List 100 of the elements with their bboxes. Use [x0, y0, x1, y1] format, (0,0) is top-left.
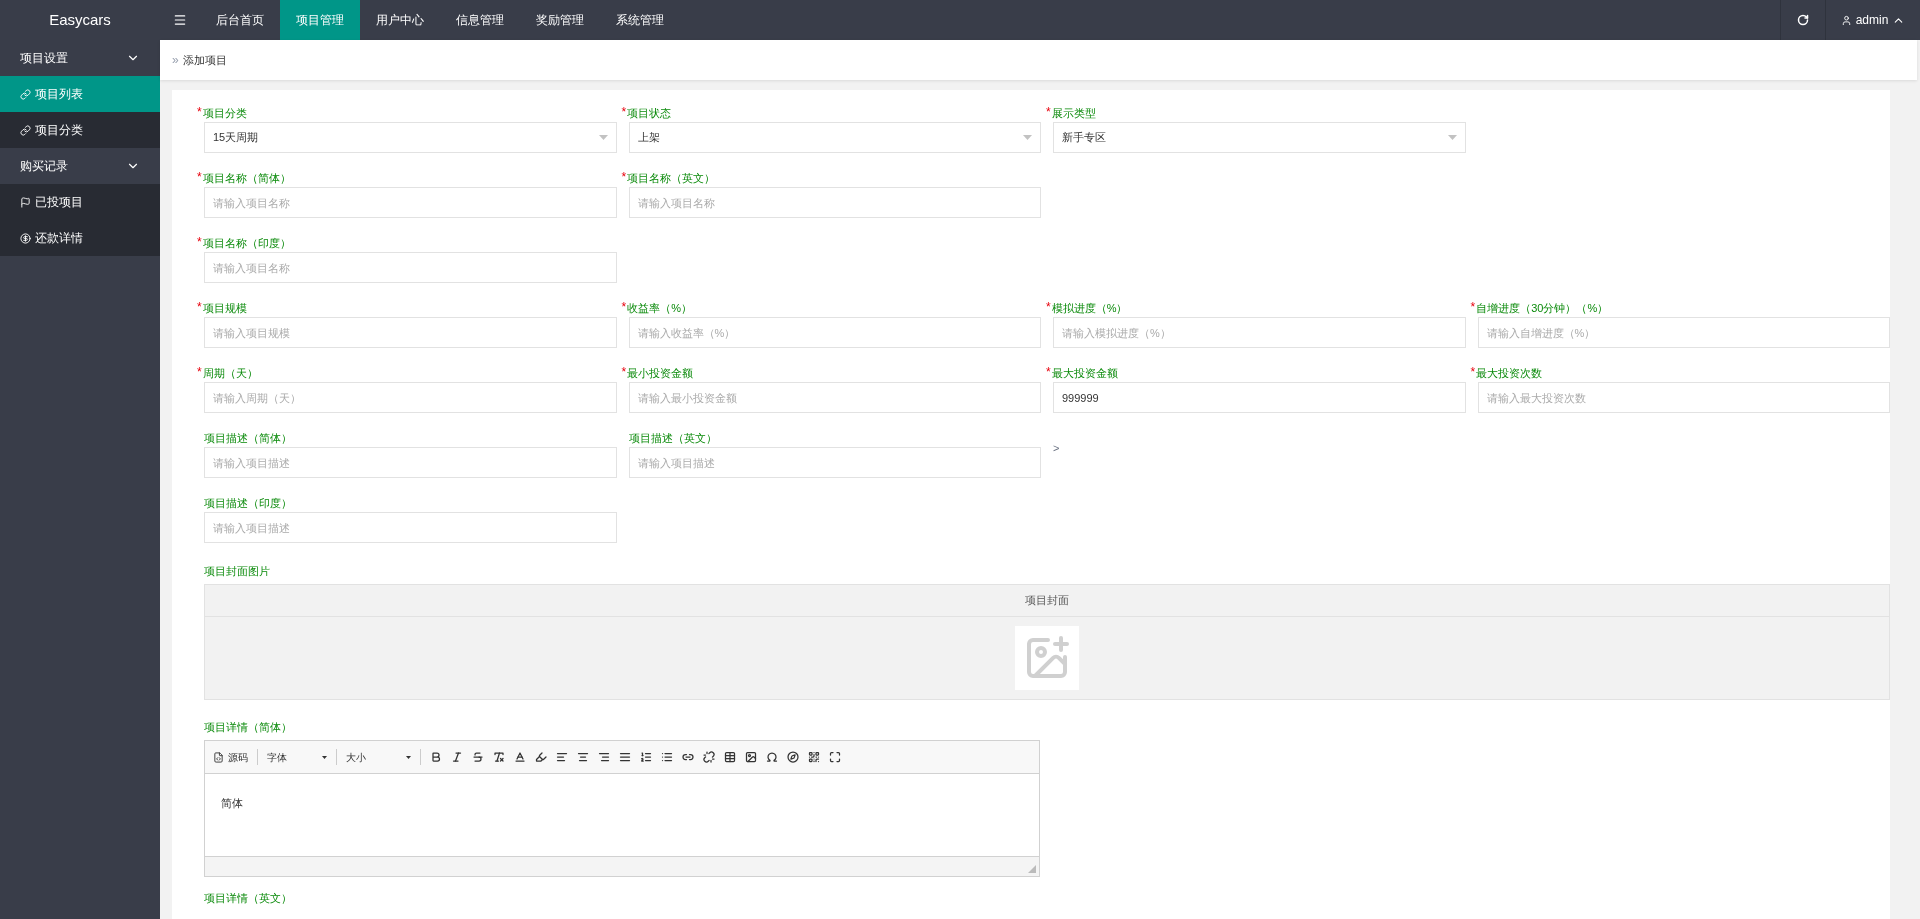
input-field[interactable]: 请输入最大投资次数	[1477, 382, 1890, 413]
breadcrumb-separator: »	[172, 52, 179, 69]
field-label: 项目详情（简体）	[204, 721, 292, 733]
field-label: 项目分类	[202, 106, 247, 120]
required-mark: *	[197, 236, 202, 248]
justify-icon[interactable]	[619, 751, 631, 763]
link-icon	[20, 124, 31, 136]
field-label: 自增进度（30分钟）（%）	[1476, 301, 1609, 315]
input-field[interactable]: 请输入项目名称	[628, 187, 1041, 218]
link-icon	[20, 88, 31, 100]
field-label: 项目名称（简体）	[202, 171, 291, 185]
stray-mark: >	[1053, 442, 1060, 454]
input-field[interactable]: 请输入最小投资金额	[628, 382, 1041, 413]
field-label: 最小投资金额	[627, 366, 694, 380]
field-label: 项目名称（印度）	[202, 236, 291, 250]
nav-tab[interactable]: 奖励管理	[520, 0, 600, 40]
compass-icon[interactable]	[787, 751, 799, 763]
align-left-icon[interactable]	[556, 751, 568, 763]
link-icon[interactable]	[682, 751, 694, 763]
caret-icon	[598, 135, 608, 140]
qr-code-icon[interactable]	[808, 751, 820, 763]
nav-tab[interactable]: 信息管理	[440, 0, 520, 40]
input-field[interactable]: 请输入项目描述	[628, 447, 1041, 478]
user-icon	[1840, 14, 1852, 26]
breadcrumb-text: 添加项目	[182, 52, 227, 68]
cover-header: 项目封面	[1025, 593, 1069, 609]
field-label: 项目状态	[627, 106, 672, 120]
nav-tab[interactable]: 系统管理	[600, 0, 680, 40]
required-mark: *	[1046, 301, 1051, 313]
field-label: 项目名称（英文）	[627, 171, 716, 185]
document-icon	[213, 751, 224, 763]
editor-text: 简体	[221, 797, 243, 809]
select-field[interactable]: 15天周期	[204, 122, 617, 153]
numbered-list-icon[interactable]	[640, 751, 652, 763]
dollar-icon	[20, 232, 31, 244]
required-mark: *	[197, 106, 202, 118]
refresh-icon[interactable]	[1797, 14, 1809, 26]
required-mark: *	[1046, 366, 1051, 378]
sidebar-item[interactable]: 还款详情	[0, 220, 160, 256]
required-mark: *	[1046, 106, 1051, 118]
field-label: 项目规模	[202, 301, 247, 315]
align-center-icon[interactable]	[577, 751, 589, 763]
font-dropdown[interactable]: 字体	[267, 749, 327, 765]
nav-tab[interactable]: 项目管理	[280, 0, 360, 40]
size-dropdown[interactable]: 大小	[346, 749, 411, 765]
omega-icon[interactable]	[766, 751, 778, 763]
select-field[interactable]: 上架	[628, 122, 1041, 153]
required-mark: *	[621, 171, 627, 183]
input-field[interactable]: 请输入项目规模	[204, 317, 617, 348]
resize-handle-icon[interactable]	[1028, 865, 1036, 873]
unlink-icon[interactable]	[703, 751, 715, 763]
field-label: 项目封面图片	[204, 565, 270, 577]
caret-icon	[322, 755, 327, 759]
caret-icon	[1447, 135, 1457, 140]
caret-icon	[406, 755, 411, 759]
field-label: 项目描述（简体）	[204, 431, 292, 445]
select-field[interactable]: 新手专区	[1053, 122, 1466, 153]
required-mark: *	[621, 106, 627, 118]
required-mark: *	[197, 171, 202, 183]
sidebar-group[interactable]: 项目设置	[0, 40, 160, 76]
sidebar-item[interactable]: 已投项目	[0, 184, 160, 220]
input-field[interactable]: 请输入项目描述	[204, 447, 617, 478]
menu-icon[interactable]	[173, 13, 187, 27]
nav-tab[interactable]: 后台首页	[200, 0, 280, 40]
source-button[interactable]: 源码	[213, 749, 248, 765]
input-field[interactable]: 请输入自增进度（%）	[1477, 317, 1890, 348]
table-icon[interactable]	[724, 751, 736, 763]
input-field[interactable]: 请输入模拟进度（%）	[1053, 317, 1466, 348]
italic-icon[interactable]	[451, 751, 463, 763]
field-label: 展示类型	[1051, 106, 1096, 120]
field-label: 最大投资金额	[1051, 366, 1118, 380]
nav-tab[interactable]: 用户中心	[360, 0, 440, 40]
sidebar-item[interactable]: 项目分类	[0, 112, 160, 148]
sidebar-item[interactable]: 项目列表	[0, 76, 160, 112]
brand-title: Easycars	[49, 9, 111, 30]
required-mark: *	[1470, 366, 1476, 378]
sidebar-group[interactable]: 购买记录	[0, 148, 160, 184]
field-label: 项目描述（英文）	[628, 431, 717, 445]
caret-icon	[1023, 135, 1032, 140]
strikethrough-icon[interactable]	[472, 751, 484, 763]
input-field[interactable]: 请输入收益率（%）	[628, 317, 1041, 348]
highlight-icon[interactable]	[535, 751, 547, 763]
maximize-icon[interactable]	[829, 751, 841, 763]
required-mark: *	[197, 366, 202, 378]
field-label: 项目详情（英文）	[204, 892, 292, 904]
bullet-list-icon[interactable]	[661, 751, 673, 763]
bold-icon[interactable]	[430, 751, 442, 763]
clear-format-icon[interactable]	[493, 751, 505, 763]
required-mark: *	[197, 301, 202, 313]
image-icon[interactable]	[745, 751, 757, 763]
input-field[interactable]: 请输入项目名称	[204, 187, 617, 218]
field-label: 周期（天）	[202, 366, 258, 380]
input-field[interactable]: 999999	[1053, 382, 1466, 413]
input-field[interactable]: 请输入周期（天）	[204, 382, 617, 413]
input-field[interactable]: 请输入项目描述	[204, 512, 617, 543]
flag-icon	[20, 196, 31, 208]
input-field[interactable]: 请输入项目名称	[204, 252, 617, 283]
align-right-icon[interactable]	[598, 751, 610, 763]
text-color-icon[interactable]	[514, 751, 526, 763]
required-mark: *	[621, 301, 627, 313]
